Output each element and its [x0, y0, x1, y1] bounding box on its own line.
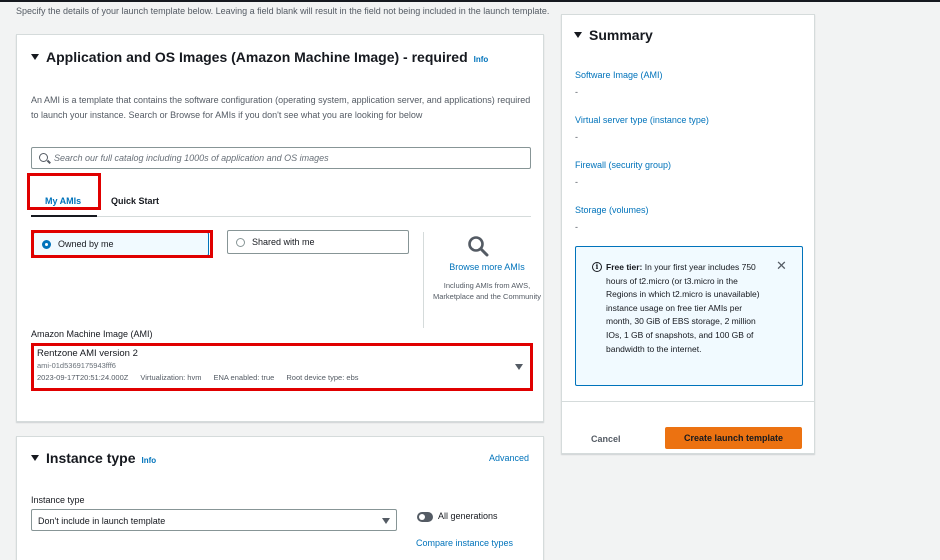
- summary-title: Summary: [589, 27, 653, 43]
- create-launch-template-button[interactable]: Create launch template: [665, 427, 802, 449]
- browse-more-amis-link[interactable]: Browse more AMIs: [427, 262, 547, 272]
- tabs-divider: [31, 216, 531, 217]
- summary-firewall-value: -: [575, 177, 578, 187]
- search-placeholder: Search our full catalog including 1000s …: [54, 153, 329, 163]
- ami-section-title: Application and OS Images (Amazon Machin…: [46, 49, 468, 65]
- ami-section-header[interactable]: Application and OS Images (Amazon Machin…: [31, 49, 488, 65]
- info-circle-icon: i: [592, 262, 602, 272]
- intro-text: Specify the details of your launch templ…: [16, 6, 550, 16]
- advanced-link[interactable]: Advanced: [489, 453, 529, 463]
- free-tier-alert: i Free tier: In your first year includes…: [575, 246, 803, 386]
- highlight-owned-by-me: [31, 230, 213, 258]
- summary-instance-type-link[interactable]: Virtual server type (instance type): [575, 115, 709, 125]
- active-tab-indicator: [31, 215, 97, 217]
- summary-instance-type-value: -: [575, 132, 578, 142]
- caret-down-icon: [31, 54, 39, 60]
- highlight-my-amis: [27, 173, 101, 210]
- search-icon: [39, 153, 48, 162]
- summary-storage-value: -: [575, 222, 578, 232]
- summary-header[interactable]: Summary: [574, 27, 653, 43]
- cancel-button[interactable]: Cancel: [591, 434, 621, 444]
- all-generations-toggle[interactable]: [417, 512, 433, 522]
- ami-section: Application and OS Images (Amazon Machin…: [16, 34, 544, 422]
- highlight-ami-select: [31, 343, 533, 391]
- free-tier-title: Free tier:: [606, 262, 643, 272]
- vertical-divider: [423, 232, 424, 328]
- compare-instance-types-link[interactable]: Compare instance types: [416, 538, 513, 548]
- instance-type-select[interactable]: Don't include in launch template: [31, 509, 397, 531]
- instance-type-label: Instance type: [31, 495, 85, 505]
- summary-firewall-link[interactable]: Firewall (security group): [575, 160, 671, 170]
- radio-shared-with-me[interactable]: Shared with me: [227, 230, 409, 254]
- summary-storage-link[interactable]: Storage (volumes): [575, 205, 649, 215]
- instance-type-section: Instance type Info Advanced Instance type…: [16, 436, 544, 560]
- close-icon[interactable]: ✕: [776, 258, 787, 274]
- browse-subtext: Including AMIs from AWS, Marketplace and…: [433, 281, 541, 301]
- instance-info-link[interactable]: Info: [141, 456, 156, 465]
- summary-software-image-value: -: [575, 87, 578, 97]
- ami-info-link[interactable]: Info: [474, 55, 489, 64]
- top-border: [0, 0, 940, 2]
- radio-shared-label: Shared with me: [252, 237, 315, 247]
- instance-type-header[interactable]: Instance type Info: [31, 450, 156, 466]
- free-tier-text: Free tier: In your first year includes 7…: [606, 261, 766, 356]
- caret-down-icon: [31, 455, 39, 461]
- instance-type-title: Instance type: [46, 450, 136, 466]
- chevron-down-icon: [382, 518, 390, 524]
- free-tier-body: In your first year includes 750 hours of…: [606, 262, 760, 354]
- radio-unselected-icon: [236, 238, 245, 247]
- summary-panel: Summary Software Image (AMI) - Virtual s…: [561, 14, 815, 454]
- ami-select-label: Amazon Machine Image (AMI): [31, 329, 153, 339]
- caret-down-icon: [574, 32, 582, 38]
- ami-description: An AMI is a template that contains the s…: [31, 95, 531, 120]
- summary-divider: [562, 401, 814, 402]
- instance-type-value: Don't include in launch template: [38, 516, 166, 526]
- summary-software-image-link[interactable]: Software Image (AMI): [575, 70, 663, 80]
- all-generations-label: All generations: [438, 511, 498, 521]
- tab-quick-start[interactable]: Quick Start: [111, 196, 159, 206]
- magnifier-icon[interactable]: [467, 235, 489, 257]
- ami-search-input[interactable]: Search our full catalog including 1000s …: [31, 147, 531, 169]
